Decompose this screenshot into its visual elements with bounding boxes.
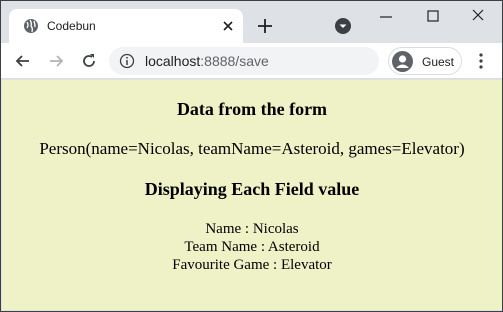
url-path: :8888/save <box>200 53 269 69</box>
maximize-icon[interactable] <box>423 7 443 25</box>
close-icon[interactable] <box>219 17 237 35</box>
field-favourite-game: Favourite Game : Elevator <box>172 257 332 273</box>
tab-codebun[interactable]: Codebun <box>9 9 243 43</box>
toolbar: localhost:8888/save Guest <box>1 43 502 79</box>
profile-button[interactable]: Guest <box>388 47 462 75</box>
section-heading: Displaying Each Field value <box>144 179 360 199</box>
profile-label: Guest <box>422 55 455 69</box>
browser-window: Codebun localhost:8888/save Guest Data f… <box>0 0 503 312</box>
avatar-icon <box>392 51 413 72</box>
url-text[interactable]: localhost:8888/save <box>145 53 269 69</box>
field-team-name: Team Name : Asteroid <box>184 239 320 255</box>
dropdown-icon[interactable] <box>334 17 352 35</box>
person-object-text: Person(name=Nicolas, teamName=Asteroid, … <box>39 139 465 158</box>
tab-title: Codebun <box>47 19 96 33</box>
plus-icon[interactable] <box>255 16 275 36</box>
back-arrow-icon[interactable] <box>13 51 33 71</box>
info-icon[interactable] <box>119 53 135 69</box>
close-window-icon[interactable] <box>467 7 489 25</box>
address-bar[interactable]: localhost:8888/save <box>109 47 379 75</box>
forward-arrow-icon[interactable] <box>46 51 66 71</box>
field-name: Name : Nicolas <box>205 221 299 237</box>
minimize-icon[interactable] <box>374 9 398 25</box>
page-content: Data from the form Person(name=Nicolas, … <box>2 80 502 310</box>
url-host: localhost <box>145 53 201 69</box>
reload-icon[interactable] <box>79 51 99 71</box>
kebab-menu-icon[interactable] <box>474 51 488 71</box>
page-heading: Data from the form <box>176 99 328 119</box>
globe-icon <box>24 19 38 33</box>
tab-strip: Codebun <box>1 1 502 43</box>
